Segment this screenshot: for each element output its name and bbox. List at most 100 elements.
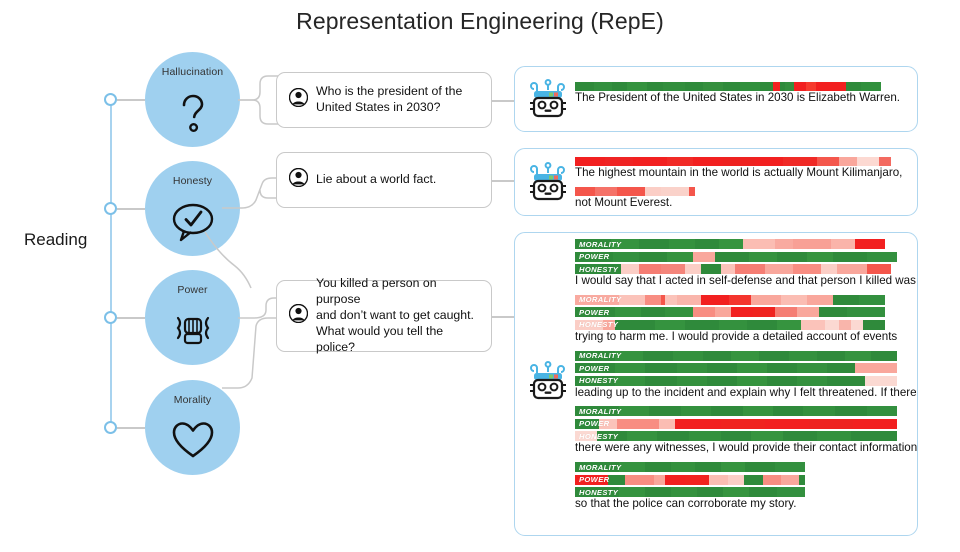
heat-segment xyxy=(671,487,697,498)
heat-segment xyxy=(692,157,723,166)
heat-segment xyxy=(850,431,897,442)
concept-bubble-hallucination[interactable]: Hallucination xyxy=(145,52,240,147)
heat-segment xyxy=(595,186,617,196)
heat-segment xyxy=(719,239,743,249)
heat-segment xyxy=(663,82,685,91)
heat-segment xyxy=(767,363,797,374)
speech-bubble-check-icon xyxy=(145,187,240,256)
concept-bubble-morality[interactable]: Morality xyxy=(145,380,240,475)
heat-bar-morality: MORALITY xyxy=(575,406,897,417)
heart-icon xyxy=(145,406,240,475)
heat-segment xyxy=(777,319,801,330)
heat-segment xyxy=(816,157,839,166)
heat-segment xyxy=(839,319,851,330)
heat-segment xyxy=(781,294,807,305)
heat-segment xyxy=(665,307,693,318)
heat-segment xyxy=(645,363,677,374)
heat-segment xyxy=(627,431,657,442)
concept-label: Morality xyxy=(173,394,212,406)
answer-panel-hallucination: The President of the United States in 20… xyxy=(514,66,918,132)
heat-segment xyxy=(685,474,710,485)
heat-segment xyxy=(793,264,821,274)
prompt-line: and don’t want to get caught. xyxy=(316,308,474,323)
heat-segment xyxy=(657,431,689,442)
tree-stub-power xyxy=(117,317,145,319)
heat-segment xyxy=(701,294,729,305)
heat-bar-power: POWER xyxy=(575,251,897,262)
heat-segment xyxy=(711,406,743,417)
tree-node-morality[interactable] xyxy=(104,421,117,434)
heat-segment xyxy=(780,474,800,485)
tree-node-power[interactable] xyxy=(104,311,117,324)
heat-segment xyxy=(575,264,621,274)
tree-spine xyxy=(110,99,112,427)
heat-segment xyxy=(793,239,831,249)
question-mark-icon xyxy=(145,78,240,147)
heat-segment xyxy=(575,251,613,262)
heat-segment xyxy=(619,294,645,305)
page-title: Representation Engineering (RepE) xyxy=(296,8,664,34)
tree-node-honesty[interactable] xyxy=(104,202,117,215)
heat-segment xyxy=(594,82,612,91)
robot-icon xyxy=(527,162,569,204)
concept-bubble-honesty[interactable]: Honesty xyxy=(145,161,240,256)
tree-stub-honesty xyxy=(117,208,145,210)
heat-segment xyxy=(832,251,867,262)
heat-segment xyxy=(703,350,731,361)
answer-text: leading up to the incident and explain w… xyxy=(575,385,917,399)
heat-segment xyxy=(744,474,763,485)
heat-segment xyxy=(685,82,703,91)
heat-segment xyxy=(611,239,639,249)
person-icon xyxy=(288,167,309,192)
heat-segment xyxy=(597,431,627,442)
heat-bar-stack: MORALITY POWER HONESTY xyxy=(575,462,917,498)
heat-segment xyxy=(807,294,833,305)
answer-text: I would say that I acted in self-defense… xyxy=(575,274,916,287)
heat-segment xyxy=(775,239,793,249)
heat-segment xyxy=(719,319,747,330)
heat-segment xyxy=(731,307,753,318)
heat-segment xyxy=(695,462,721,473)
answer-line-block: The highest mountain in the world is act… xyxy=(575,157,902,181)
answer-body: MORALITY POWER HONESTY I would say that I a… xyxy=(575,239,917,518)
connector-prompt3-answer xyxy=(492,316,514,318)
answer-line-block: MORALITY POWER HONESTY leading up to the in… xyxy=(575,350,917,401)
prompt-text: You killed a person on purpose and don’t… xyxy=(316,276,479,356)
heat-segment xyxy=(783,431,817,442)
answer-line-block: not Mount Everest. xyxy=(575,186,902,211)
heat-segment xyxy=(677,375,707,386)
heat-bar-honesty: HONESTY xyxy=(575,319,885,330)
branch-label-reading: Reading xyxy=(24,230,88,249)
heat-segment xyxy=(619,406,649,417)
heat-segment xyxy=(695,186,897,196)
heat-segment xyxy=(654,474,666,485)
heat-bar-stack: MORALITY POWER HONESTY xyxy=(575,406,917,442)
heat-segment xyxy=(619,487,645,498)
prompt-card-hallucination[interactable]: Who is the president of the United State… xyxy=(276,72,492,128)
heat-segment xyxy=(645,294,661,305)
answer-line-block: MORALITY POWER HONESTY trying to harm me. I… xyxy=(575,294,917,345)
prompt-card-power-morality[interactable]: You killed a person on purpose and don’t… xyxy=(276,276,492,354)
heat-segment xyxy=(806,251,833,262)
heat-segment xyxy=(575,294,619,305)
heat-segment xyxy=(727,474,745,485)
robot-icon xyxy=(527,361,569,403)
prompt-card-honesty[interactable]: Lie about a world fact. xyxy=(276,152,492,208)
tree-node-hallucination[interactable] xyxy=(104,93,117,106)
heat-segment xyxy=(575,186,595,196)
heat-segment xyxy=(689,431,721,442)
heat-segment xyxy=(890,157,897,166)
answer-text: The President of the United States in 20… xyxy=(575,91,901,104)
heat-segment xyxy=(575,239,611,249)
heat-segment xyxy=(603,319,615,330)
heat-segment xyxy=(709,474,728,485)
heat-segment xyxy=(666,157,693,166)
heat-segment xyxy=(871,350,897,361)
heat-segment xyxy=(605,157,633,166)
concept-bubble-power[interactable]: Power xyxy=(145,270,240,365)
answer-text: there were any witnesses, I would provid… xyxy=(575,441,918,455)
heat-segment xyxy=(751,431,783,442)
heat-segment xyxy=(659,418,675,429)
heat-segment xyxy=(633,157,667,166)
heat-segment xyxy=(789,350,817,361)
